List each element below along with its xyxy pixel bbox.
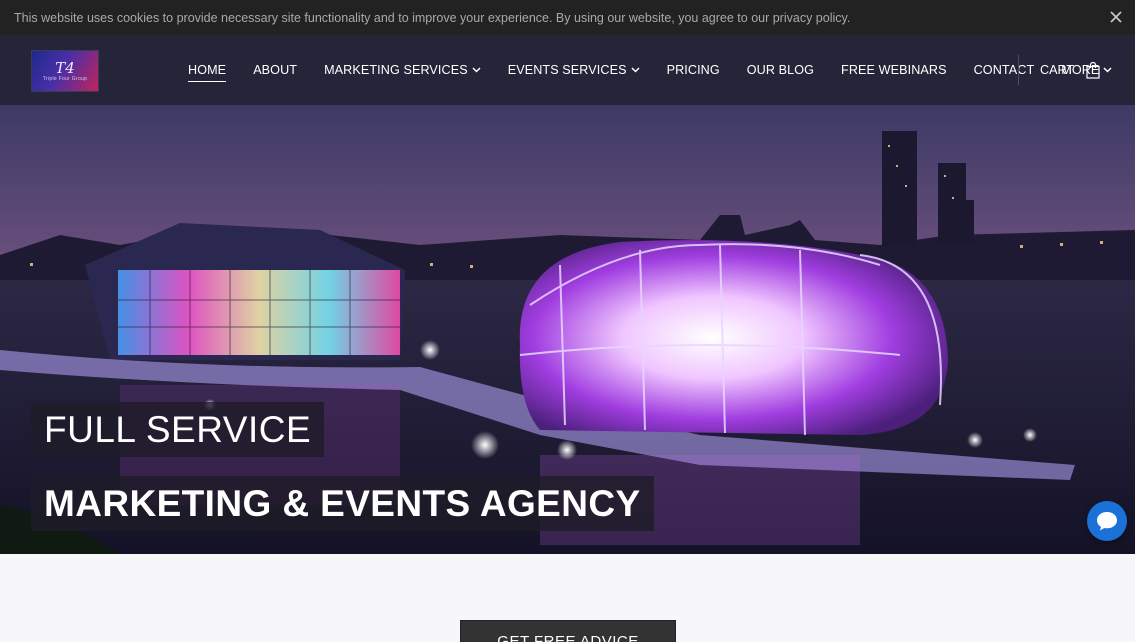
chat-bubble-icon xyxy=(1097,512,1117,531)
chevron-down-icon xyxy=(1103,67,1112,73)
main-nav: HOME ABOUT MARKETING SERVICES EVENTS SER… xyxy=(188,35,1112,105)
chat-widget-button[interactable] xyxy=(1087,501,1127,541)
nav-pricing[interactable]: PRICING xyxy=(667,35,720,105)
nav-our-blog-label: OUR BLOG xyxy=(746,63,815,77)
hero-headline-line1-text: FULL SERVICE xyxy=(44,408,312,450)
cookie-banner-text: This website uses cookies to provide nec… xyxy=(14,10,851,25)
cookie-banner: This website uses cookies to provide nec… xyxy=(0,0,1135,35)
nav-about[interactable]: ABOUT xyxy=(253,35,297,105)
get-free-advice-button[interactable]: GET FREE ADVICE xyxy=(460,620,676,642)
nav-marketing-services[interactable]: MARKETING SERVICES xyxy=(324,35,481,105)
nav-home[interactable]: HOME xyxy=(188,35,227,105)
nav-events-services-label: EVENTS SERVICES xyxy=(507,63,627,77)
nav-divider xyxy=(1018,55,1019,85)
hero-headline-line2: MARKETING & EVENTS AGENCY xyxy=(31,476,654,531)
nav-about-label: ABOUT xyxy=(253,63,298,77)
shopping-bag-icon xyxy=(1086,61,1100,79)
get-free-advice-label: GET FREE ADVICE xyxy=(497,633,639,642)
nav-free-webinars[interactable]: FREE WEBINARS xyxy=(841,35,947,105)
logo[interactable]: T4 Triple Four Group xyxy=(31,50,99,92)
close-icon[interactable] xyxy=(1107,8,1125,26)
nav-pricing-label: PRICING xyxy=(666,63,720,77)
nav-contact[interactable]: CONTACT xyxy=(974,35,1035,105)
hero-banner: FULL SERVICE MARKETING & EVENTS AGENCY xyxy=(0,105,1135,554)
hero-headline-line1: FULL SERVICE xyxy=(31,402,325,457)
nav-marketing-services-label: MARKETING SERVICES xyxy=(324,63,468,77)
site-header: T4 Triple Four Group HOME ABOUT MARKETIN… xyxy=(0,35,1135,105)
chevron-down-icon xyxy=(472,67,481,73)
logo-monogram: T4 xyxy=(55,58,75,77)
cart-label: CART xyxy=(1040,63,1075,77)
cart-button[interactable]: CART xyxy=(1040,35,1100,105)
logo-tagline: Triple Four Group xyxy=(42,75,88,82)
nav-contact-label: CONTACT xyxy=(973,63,1035,77)
chevron-down-icon xyxy=(631,67,640,73)
nav-free-webinars-label: FREE WEBINARS xyxy=(841,63,947,77)
nav-our-blog[interactable]: OUR BLOG xyxy=(747,35,814,105)
nav-events-services[interactable]: EVENTS SERVICES xyxy=(508,35,640,105)
nav-home-label: HOME xyxy=(188,63,227,77)
hero-headline-line2-text: MARKETING & EVENTS AGENCY xyxy=(44,482,641,524)
